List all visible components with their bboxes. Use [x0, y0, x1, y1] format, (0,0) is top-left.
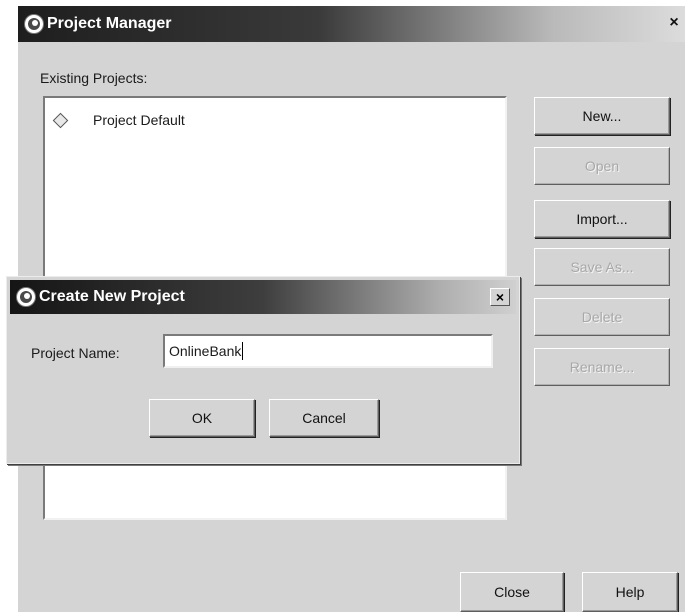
create-new-project-dialog: Create New Project × Project Name: Onlin… [6, 276, 520, 464]
help-button[interactable]: Help [582, 572, 678, 612]
list-item[interactable]: Project Default [52, 112, 185, 128]
app-icon [24, 14, 44, 34]
project-manager-title: Project Manager [47, 15, 172, 32]
existing-projects-label: Existing Projects: [40, 70, 148, 86]
project-name-input[interactable]: OnlineBank [163, 334, 493, 368]
close-icon[interactable]: × [667, 15, 681, 31]
create-dialog-title: Create New Project [39, 288, 185, 305]
project-name-value: OnlineBank [169, 343, 242, 359]
ok-button[interactable]: OK [149, 399, 255, 437]
delete-button[interactable]: Delete [534, 298, 670, 336]
create-dialog-titlebar[interactable]: Create New Project × [10, 280, 516, 314]
project-name-label: Project Name: [31, 345, 120, 361]
open-button[interactable]: Open [534, 147, 670, 185]
close-button[interactable]: Close [460, 572, 564, 612]
project-manager-titlebar[interactable]: Project Manager × [18, 6, 685, 42]
save-as-button[interactable]: Save As... [534, 248, 670, 286]
import-button[interactable]: Import... [534, 200, 670, 238]
new-button[interactable]: New... [534, 97, 670, 135]
cancel-button[interactable]: Cancel [269, 399, 379, 437]
project-name: Project Default [93, 112, 185, 128]
close-icon[interactable]: × [490, 288, 510, 306]
app-icon [16, 287, 36, 307]
text-caret [242, 342, 244, 360]
diamond-icon [52, 112, 69, 128]
rename-button[interactable]: Rename... [534, 348, 670, 386]
